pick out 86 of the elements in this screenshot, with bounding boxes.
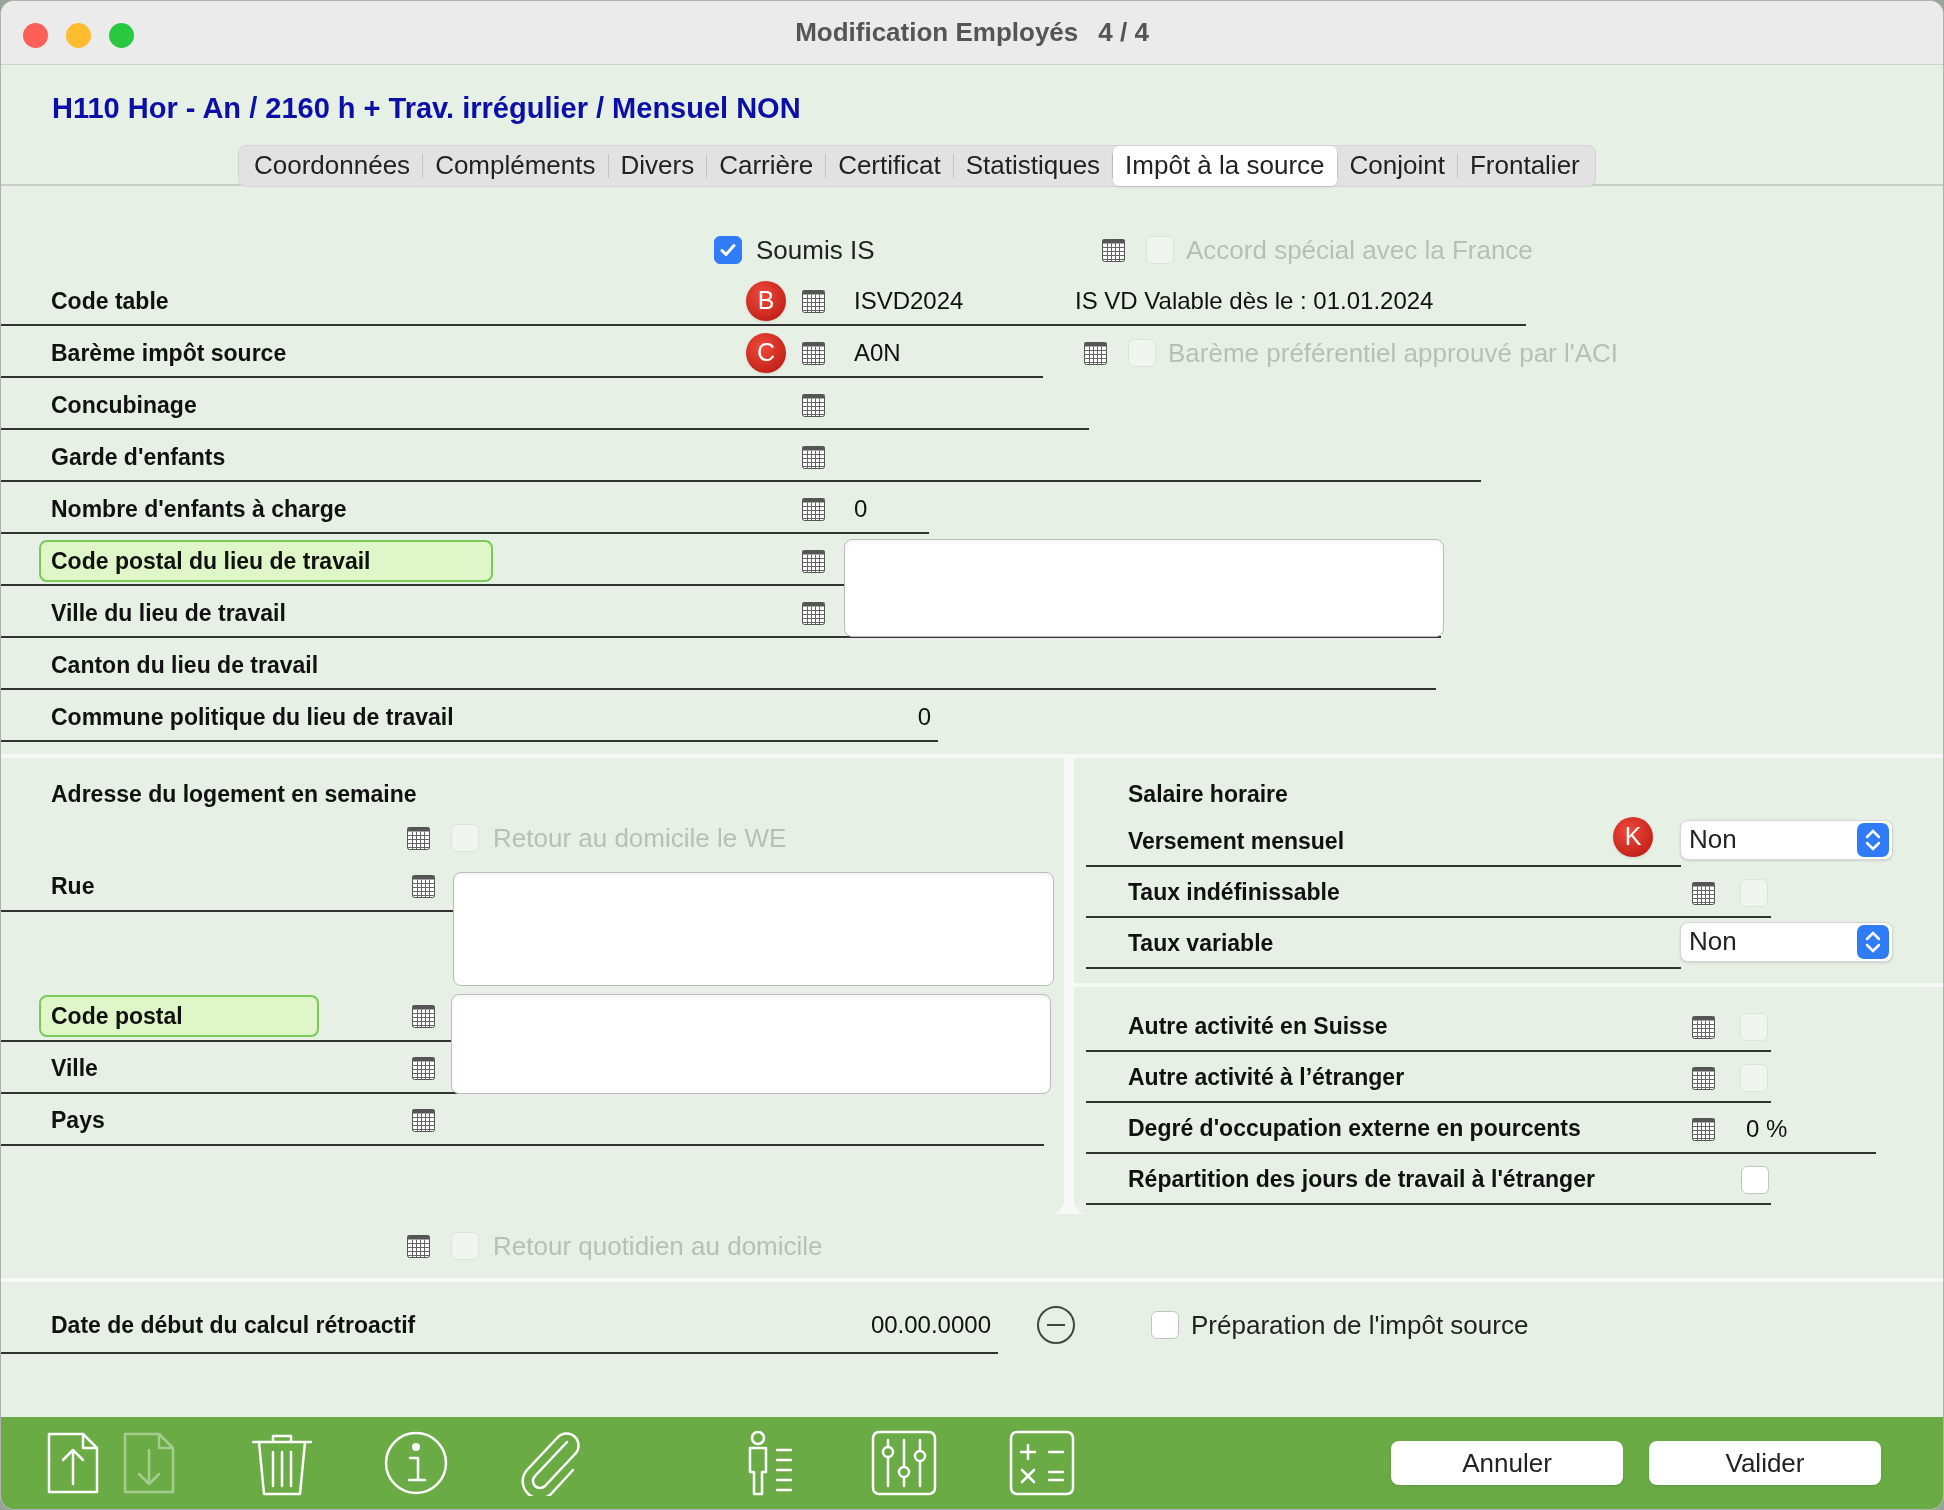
calendar-icon[interactable] <box>406 825 431 851</box>
tab[interactable]: Conjoint <box>1337 145 1457 186</box>
field-label: Nombre d'enfants à charge <box>51 494 347 524</box>
text-field[interactable] <box>453 872 1054 986</box>
calendar-icon[interactable] <box>801 548 826 574</box>
calendar-icon[interactable] <box>406 1233 431 1259</box>
stepper-icon <box>1857 822 1889 857</box>
dropdown[interactable]: Non <box>1680 921 1893 962</box>
employee-header: H110 Hor - An / 2160 h + Trav. irrégulier / Mensuel NON <box>51 91 802 126</box>
field-label: Code table <box>51 286 169 316</box>
checkbox[interactable] <box>1741 1165 1769 1194</box>
field-label: Pays <box>51 1105 105 1135</box>
field-value: 0 % <box>1746 1113 1788 1144</box>
field-label: Garde d'enfants <box>51 442 226 472</box>
tab[interactable]: Carrière <box>707 145 826 186</box>
field-label: Ville du lieu de travail <box>51 598 286 628</box>
text-field[interactable] <box>844 539 1444 637</box>
validity-note: IS VD Valable dès le : 01.01.2024 <box>1075 286 1434 316</box>
code-badge: K <box>1613 816 1653 857</box>
tab[interactable]: Statistiques <box>953 145 1113 186</box>
field-label: Code postal du lieu de travail <box>39 539 493 583</box>
code-badge: B <box>746 281 786 321</box>
calendar-icon[interactable] <box>801 340 826 366</box>
field-label: Autre activité en Suisse <box>1128 1012 1389 1042</box>
close-button[interactable] <box>23 23 48 48</box>
tab[interactable]: Compléments <box>423 145 608 186</box>
tab[interactable]: Frontalier <box>1457 145 1592 186</box>
dropdown[interactable]: Non <box>1680 819 1893 860</box>
tab[interactable]: Coordonnées <box>242 145 423 186</box>
field-label: Code postal <box>39 994 319 1038</box>
text-field[interactable] <box>451 994 1051 1094</box>
calendar-icon[interactable] <box>1083 340 1108 366</box>
calendar-icon[interactable] <box>411 1107 436 1133</box>
field-label: Degré d'occupation externe en pourcents <box>1128 1114 1582 1144</box>
field-label: Taux indéfinissable <box>1128 878 1341 908</box>
calendar-icon[interactable] <box>411 873 436 899</box>
tab[interactable]: Certificat <box>826 145 953 186</box>
section-title: Salaire horaire <box>1127 779 1289 809</box>
info-icon[interactable] <box>383 1430 449 1496</box>
dialog-button[interactable]: Annuler <box>1391 1441 1623 1485</box>
field-value: 0 <box>916 702 931 732</box>
calculator-icon[interactable] <box>1009 1430 1075 1496</box>
calendar-icon[interactable] <box>411 1055 436 1081</box>
calendar-icon[interactable] <box>1691 1115 1716 1142</box>
field-label: Versement mensuel <box>1128 827 1346 857</box>
date-value: 00.00.0000 <box>869 1310 991 1340</box>
minus-circle-icon[interactable] <box>1036 1305 1076 1345</box>
calendar-icon[interactable] <box>801 288 826 314</box>
checkbox[interactable] <box>1151 1311 1179 1339</box>
tab[interactable]: Impôt à la source <box>1113 145 1337 186</box>
field-label: Concubinage <box>51 390 197 420</box>
field-value: A0N <box>854 338 901 368</box>
checkbox[interactable] <box>714 236 742 264</box>
calendar-icon[interactable] <box>411 1003 436 1029</box>
calendar-icon[interactable] <box>1691 1064 1716 1091</box>
calendar-icon[interactable] <box>801 444 826 470</box>
tab[interactable]: Divers <box>608 145 707 186</box>
checkbox-label: Préparation de l'impôt source <box>1191 1308 1529 1342</box>
calendar-icon[interactable] <box>801 392 826 418</box>
calendar-icon[interactable] <box>1101 237 1126 263</box>
field-label: Répartition des jours de travail à l'étranger <box>1128 1165 1596 1195</box>
field-label: Ville <box>51 1053 98 1083</box>
field-value: 0 <box>854 494 868 524</box>
field-label: Barème impôt source <box>51 338 287 368</box>
record-counter: 4 / 4 <box>1098 16 1149 49</box>
code-badge: C <box>746 333 786 373</box>
field-label: Autre activité à l’étranger <box>1128 1063 1406 1093</box>
window-title: Modification Employés <box>795 16 1079 49</box>
document-arrow-up-icon[interactable] <box>45 1430 101 1496</box>
section-title: Adresse du logement en semaine <box>50 779 418 809</box>
calendar-icon[interactable] <box>801 496 826 522</box>
checkbox-label: Soumis IS <box>756 233 875 267</box>
field-label: Commune politique du lieu de travail <box>51 702 454 732</box>
calendar-icon[interactable] <box>1691 879 1716 906</box>
dialog-button[interactable]: Valider <box>1649 1441 1881 1485</box>
calendar-icon[interactable] <box>1691 1013 1716 1040</box>
sliders-icon[interactable] <box>871 1430 937 1496</box>
field-label: Rue <box>51 871 95 901</box>
field-value: ISVD2024 <box>854 286 964 316</box>
stepper-icon <box>1857 924 1889 959</box>
zoom-button[interactable] <box>109 23 134 48</box>
minimize-button[interactable] <box>66 23 91 48</box>
calendar-icon[interactable] <box>801 600 826 626</box>
field-label: Canton du lieu de travail <box>51 650 319 680</box>
field-label: Date de début du calcul rétroactif <box>51 1310 417 1340</box>
field-label: Taux variable <box>1128 929 1275 959</box>
